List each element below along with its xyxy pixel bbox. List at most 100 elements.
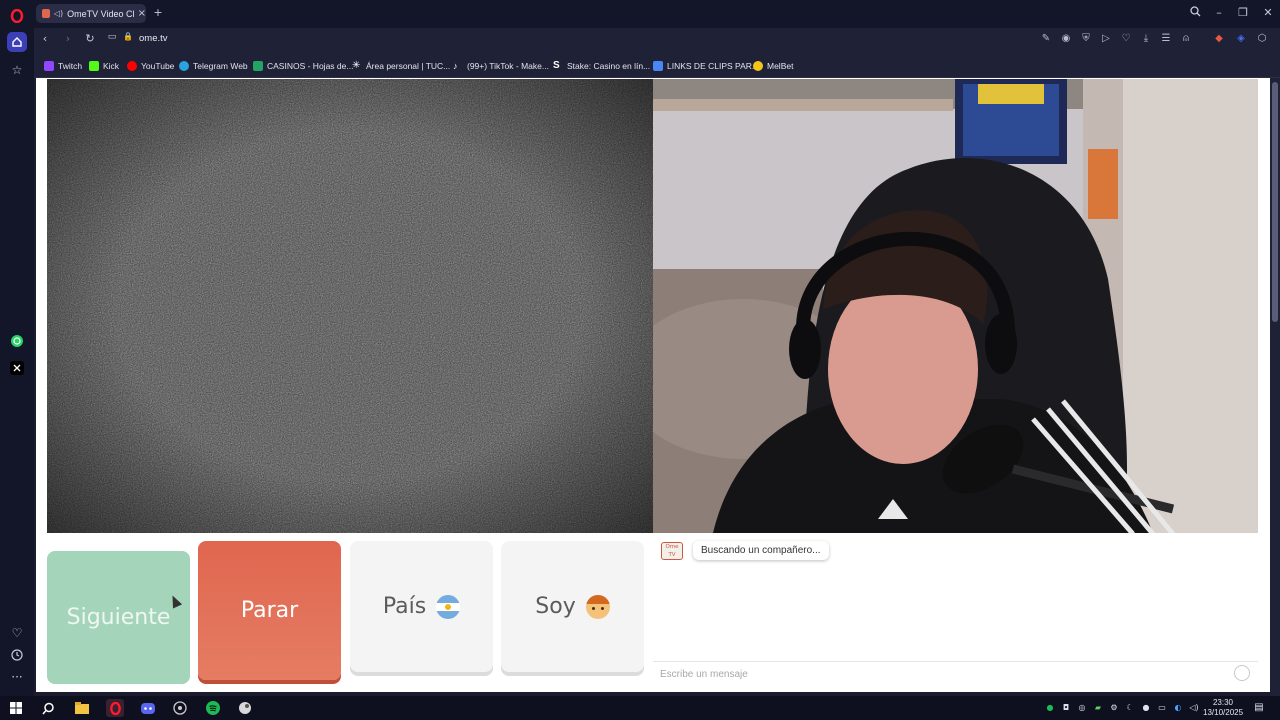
x-twitter-icon[interactable] xyxy=(7,358,27,378)
system-clock[interactable]: 23:30 13/10/2025 xyxy=(1203,698,1243,718)
telegram-icon xyxy=(179,60,189,71)
next-button[interactable]: Siguiente xyxy=(47,551,190,684)
bookmark-label: Área personal | TUC... xyxy=(366,60,451,71)
next-button-label: Siguiente xyxy=(66,605,171,630)
tab-ometv[interactable]: ◁) OmeTV Video Chat - × xyxy=(36,4,146,23)
minimize-icon[interactable]: – xyxy=(1211,6,1227,19)
search-tabs-icon[interactable] xyxy=(1187,6,1203,20)
bookmark-label: (99+) TikTok - Make... xyxy=(467,60,549,71)
bookmark-telegram[interactable]: Telegram Web xyxy=(179,59,248,72)
windows-taskbar: ● ◘ ◎ ▰ ⚙ ☾ ● ▭ ◐ ◁) 23:30 13/10/2025 ▤ xyxy=(0,696,1280,720)
speed-dial-star-icon[interactable]: ☆ xyxy=(7,60,27,80)
gender-button-label: Soy xyxy=(535,594,576,619)
tray-settings-icon[interactable]: ⚙ xyxy=(1109,703,1119,713)
bookmark-kick[interactable]: Kick xyxy=(89,59,119,72)
account-icon[interactable]: ⍝ xyxy=(1179,33,1193,47)
volume-icon[interactable]: ◁) xyxy=(1189,703,1199,713)
extensions-puzzle-icon[interactable]: ⬡ xyxy=(1255,33,1269,47)
bookmark-melbet[interactable]: MelBet xyxy=(753,59,793,72)
scrollbar-thumb[interactable] xyxy=(1272,82,1278,322)
extension-fox-icon[interactable]: ◆ xyxy=(1212,33,1226,47)
boy-emoji-icon xyxy=(585,594,610,619)
downloads-icon[interactable]: ⤓ xyxy=(1139,33,1153,47)
reload-icon[interactable]: ↻ xyxy=(82,32,98,45)
stop-button[interactable]: Parar xyxy=(198,541,341,680)
partner-video-static xyxy=(47,79,653,533)
tab-favicon-icon xyxy=(42,9,50,18)
stop-button-label: Parar xyxy=(240,598,299,623)
chat-panel: Ome TV Buscando un compañero... xyxy=(653,533,1258,685)
tray-obs-icon[interactable]: ◎ xyxy=(1077,703,1087,713)
back-icon[interactable]: ‹ xyxy=(37,32,53,45)
snapshot-camera-icon[interactable]: ◉ xyxy=(1059,33,1073,47)
tray-steam-icon[interactable]: ◐ xyxy=(1173,703,1183,713)
twitch-icon xyxy=(44,60,54,71)
close-window-icon[interactable]: ✕ xyxy=(1260,6,1276,19)
bookmark-casinos[interactable]: CASINOS - Hojas de... xyxy=(253,59,353,72)
windows-start-icon[interactable] xyxy=(7,699,25,717)
clock-time: 23:30 xyxy=(1212,698,1234,707)
tab-audio-icon[interactable]: ◁) xyxy=(54,9,63,18)
menu-list-icon[interactable]: ☰ xyxy=(1159,33,1173,47)
tuc-icon: ✳ xyxy=(352,59,361,71)
bookmark-stake[interactable]: S Stake: Casino en lín... xyxy=(553,59,650,72)
tiktok-icon: ♪ xyxy=(453,60,458,71)
obs-icon[interactable] xyxy=(171,699,189,717)
status-message: Buscando un compañero... xyxy=(693,541,829,560)
kick-icon xyxy=(89,60,99,71)
favorites-heart-icon[interactable]: ♡ xyxy=(7,623,27,643)
spotify-icon[interactable] xyxy=(204,699,222,717)
self-camera-video xyxy=(653,79,1258,533)
emoji-smiley-icon[interactable] xyxy=(1234,665,1250,681)
extension-vpn-icon[interactable]: ◈ xyxy=(1234,33,1248,47)
microphone-icon[interactable]: ● xyxy=(1141,703,1151,713)
bookmark-label: LINKS DE CLIPS PAR... xyxy=(667,60,759,71)
bookmark-heart-icon[interactable]: ♡ xyxy=(1119,33,1133,47)
bookmark-area-personal[interactable]: ✳ Área personal | TUC... xyxy=(352,59,450,72)
vpn-shield-icon[interactable]: ⛨ xyxy=(1079,33,1093,47)
notifications-icon[interactable]: ▤ xyxy=(1254,703,1264,713)
browser-sidebar: ☆ ♡ ··· xyxy=(0,0,34,696)
docs-icon xyxy=(653,60,663,71)
app-generic-icon[interactable] xyxy=(236,699,254,717)
new-tab-plus-icon[interactable]: + xyxy=(150,6,166,19)
tray-discord-icon[interactable]: ◘ xyxy=(1061,703,1071,713)
search-icon[interactable] xyxy=(39,699,57,717)
player-icon[interactable]: ▷ xyxy=(1099,33,1113,47)
opera-logo-icon[interactable] xyxy=(7,6,27,26)
discord-icon[interactable] xyxy=(139,699,157,717)
argentina-flag-icon xyxy=(436,594,461,619)
melbet-icon xyxy=(753,60,763,71)
tab-pin-icon[interactable]: ▭ xyxy=(104,32,120,42)
forward-icon[interactable]: › xyxy=(60,32,76,45)
bookmark-links-clips[interactable]: LINKS DE CLIPS PAR... xyxy=(653,59,759,72)
message-input[interactable] xyxy=(660,666,1220,682)
history-clock-icon[interactable] xyxy=(7,645,27,665)
opera-taskbar-icon[interactable] xyxy=(106,699,124,717)
easy-setup-icon[interactable]: ✎ xyxy=(1039,33,1053,47)
lock-icon[interactable]: 🔒 xyxy=(120,32,136,41)
restore-icon[interactable]: ❐ xyxy=(1235,6,1251,19)
tab-close-icon[interactable]: × xyxy=(138,8,146,19)
ometv-logo-icon: Ome TV xyxy=(661,542,683,560)
whatsapp-icon[interactable] xyxy=(7,331,27,351)
tray-app-icon[interactable]: ☾ xyxy=(1125,703,1135,713)
bookmark-youtube[interactable]: YouTube xyxy=(127,59,174,72)
bookmark-twitch[interactable]: Twitch xyxy=(44,59,82,72)
gender-button[interactable]: Soy xyxy=(501,541,644,672)
url-text[interactable]: ome.tv xyxy=(139,33,168,44)
bookmark-tiktok[interactable]: ♪ (99+) TikTok - Make... xyxy=(453,59,549,72)
country-button[interactable]: País xyxy=(350,541,493,672)
network-icon[interactable]: ▭ xyxy=(1157,703,1167,713)
tab-strip: ◁) OmeTV Video Chat - × + – ❐ ✕ xyxy=(34,0,1280,28)
bookmark-label: YouTube xyxy=(141,60,175,71)
tray-spotify-icon[interactable]: ● xyxy=(1045,703,1055,713)
tray-nvidia-icon[interactable]: ▰ xyxy=(1093,703,1103,713)
home-icon[interactable] xyxy=(7,32,27,52)
file-explorer-icon[interactable] xyxy=(73,699,91,717)
country-button-label: País xyxy=(382,594,427,619)
more-options-icon[interactable]: ··· xyxy=(7,667,27,687)
static-noise xyxy=(47,79,653,533)
address-bar-row: ‹ › ↻ ▭ 🔒 ome.tv ✎ ◉ ⛨ ▷ ♡ ⤓ ☰ ⍝ ◆ ◈ ⬡ xyxy=(34,28,1280,52)
bookmark-label: MelBet xyxy=(767,60,794,71)
